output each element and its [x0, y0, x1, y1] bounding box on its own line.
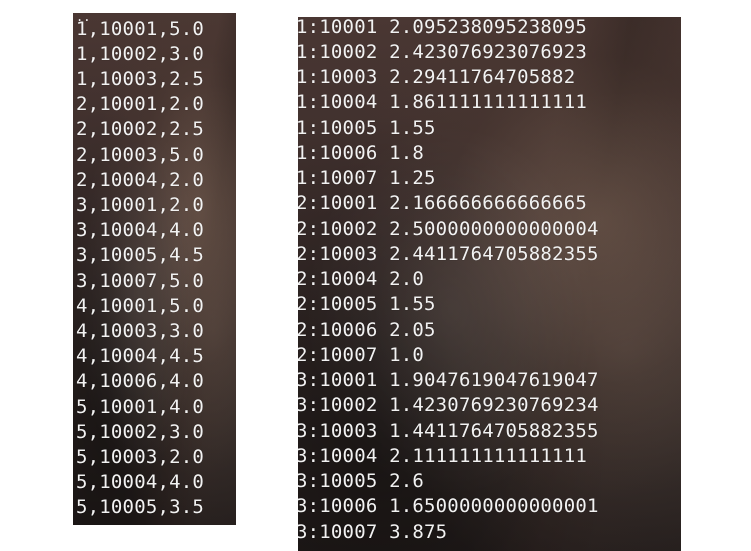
left-line: 4,10004,4.5 — [76, 345, 205, 367]
left-line: 3,10001,2.0 — [76, 194, 205, 216]
right-line: 1:10002 2.423076923076923 — [298, 41, 587, 63]
right-line: 3:10001 1.9047619047619047 — [298, 369, 599, 391]
left-line: 5,10005,3.5 — [76, 496, 205, 518]
left-line: 3,10007,5.0 — [76, 270, 205, 292]
right-line: 1:10006 1.8 — [298, 142, 425, 164]
right-line: 1:10001 2.095238095238095 — [298, 17, 587, 38]
right-line: 2:10005 1.55 — [298, 293, 436, 315]
partial-top-text: .. — [76, 13, 91, 24]
left-line: 2,10001,2.0 — [76, 93, 205, 115]
left-line: 4,10003,3.0 — [76, 320, 205, 342]
left-line: 5,10002,3.0 — [76, 421, 205, 443]
left-line: 5,10004,4.0 — [76, 471, 205, 493]
left-line: 2,10004,2.0 — [76, 169, 205, 191]
right-line: 3:10004 2.111111111111111 — [298, 445, 587, 467]
left-line: 1,10002,3.0 — [76, 43, 205, 65]
left-line: 1,10001,5.0 — [76, 18, 205, 40]
right-line: 2:10004 2.0 — [298, 268, 425, 290]
right-terminal-panel: 1:10001 2.095238095238095 1:10002 2.4230… — [298, 17, 681, 551]
left-line: 2,10003,5.0 — [76, 144, 205, 166]
left-line: 2,10002,2.5 — [76, 118, 205, 140]
right-line: 1:10004 1.861111111111111 — [298, 91, 587, 113]
right-line: 3:10002 1.4230769230769234 — [298, 394, 599, 416]
right-line: 2:10006 2.05 — [298, 319, 436, 341]
left-line: 3,10004,4.0 — [76, 219, 205, 241]
right-terminal-lines: 1:10001 2.095238095238095 1:10002 2.4230… — [298, 17, 681, 551]
right-line: 1:10007 1.25 — [298, 167, 436, 189]
right-line: 2:10001 2.166666666666665 — [298, 192, 587, 214]
left-line: 4,10006,4.0 — [76, 370, 205, 392]
right-line: 2:10003 2.4411764705882355 — [298, 243, 599, 265]
right-line: 1:10005 1.55 — [298, 117, 436, 139]
left-line: 5,10003,2.0 — [76, 446, 205, 468]
left-line: 5,10001,4.0 — [76, 396, 205, 418]
left-line: 4,10001,5.0 — [76, 295, 205, 317]
right-line: 3:10007 3.875 — [298, 521, 448, 543]
right-line: 2:10007 1.0 — [298, 344, 425, 366]
right-line: 1:10003 2.29411764705882 — [298, 66, 576, 88]
left-line: 3,10005,4.5 — [76, 244, 205, 266]
right-line: 3:10005 2.6 — [298, 470, 425, 492]
left-terminal-panel: .. 1,10001,5.0 1,10002,3.0 1,10003,2.5 2… — [73, 13, 236, 525]
right-line: 3:10006 1.6500000000000001 — [298, 495, 599, 517]
right-line: 2:10002 2.5000000000000004 — [298, 218, 599, 240]
right-line: 3:10003 1.4411764705882355 — [298, 420, 599, 442]
left-line: 1,10003,2.5 — [76, 68, 205, 90]
left-terminal-lines: 1,10001,5.0 1,10002,3.0 1,10003,2.5 2,10… — [73, 13, 236, 525]
